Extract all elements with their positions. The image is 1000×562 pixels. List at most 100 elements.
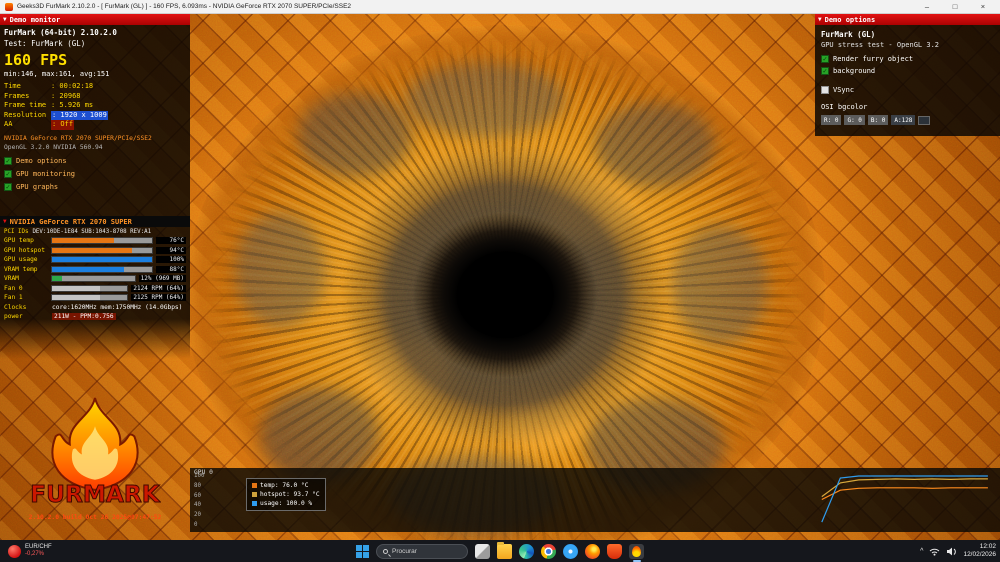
- fps-value: 160 FPS: [4, 51, 68, 69]
- meter-bar: [51, 275, 136, 283]
- app-version: FurMark (64-bit) 2.10.2.0: [4, 28, 117, 37]
- checkbox-checked-icon: ✓: [4, 182, 12, 191]
- brave-icon[interactable]: [607, 543, 622, 559]
- fps-stats: min:146, max:161, avg:151: [4, 70, 110, 78]
- furmark-logo: FURMARK 2.10.2.0 build Oct 26 2025@07:47…: [22, 396, 168, 521]
- pci-ids-row: PCI IDs DEV:10DE-1E84 SUB:1043-8708 REV:A…: [4, 229, 152, 235]
- task-view-icon[interactable]: [475, 543, 490, 559]
- bgcolor-g-field[interactable]: G: 0: [844, 115, 865, 125]
- stat-row-time: Time: 00:02:18: [4, 82, 94, 90]
- legend-swatch: [252, 501, 257, 506]
- collapse-icon: ▼: [818, 16, 822, 23]
- clock-time: 12:02: [979, 543, 996, 550]
- render-area: ▼ Demo monitor FurMark (64-bit) 2.10.2.0…: [0, 14, 1000, 540]
- file-explorer-icon[interactable]: [497, 541, 512, 559]
- maximize-button[interactable]: □: [943, 2, 967, 11]
- flame-icon: [632, 545, 641, 557]
- gpu-monitor-panel: ▼ NVIDIA GeForce RTX 2070 SUPER PCI IDs D…: [0, 216, 190, 321]
- demo-monitor-title: Demo monitor: [9, 15, 61, 24]
- safari-icon[interactable]: [563, 543, 578, 559]
- checkbox-checked-icon: ✓: [821, 67, 829, 75]
- eye-pupil: [412, 212, 598, 378]
- legend-hotspot: hotspot: 93.7 °C: [252, 491, 320, 498]
- taskbar-clock[interactable]: 12:02 12/02/2026: [963, 543, 996, 559]
- collapse-icon: ▼: [3, 16, 7, 23]
- meter-bar: [51, 256, 153, 264]
- legend-temp: temp: 76.0 °C: [252, 482, 320, 489]
- stat-row-aa: AA: Off: [4, 120, 75, 130]
- checkbox-render-furry-object[interactable]: ✓ Render furry object: [821, 55, 994, 63]
- gpu-section-header[interactable]: ▼ NVIDIA GeForce RTX 2070 SUPER: [0, 216, 190, 227]
- widget-pair: EUR/CHF: [25, 543, 52, 550]
- minimize-button[interactable]: –: [915, 2, 939, 11]
- osi-bgcolor-label: OSI bgcolor: [821, 103, 868, 111]
- search-placeholder: Procurar: [392, 547, 417, 555]
- meter-fan-0: Fan 0 2124 RPM (64%): [4, 284, 186, 292]
- chrome-icon[interactable]: [541, 543, 556, 559]
- taskbar-search[interactable]: Procurar: [376, 543, 468, 559]
- close-button[interactable]: ×: [971, 2, 995, 11]
- demo-options-title: Demo options: [824, 15, 876, 24]
- stocks-widget-icon: [8, 544, 21, 558]
- graph-legend: temp: 76.0 °C hotspot: 93.7 °C usage: 10…: [246, 478, 326, 511]
- legend-swatch: [252, 492, 257, 497]
- checkbox-gpu-graphs[interactable]: ✓ GPU graphs: [4, 182, 186, 191]
- window-title: Geeks3D FurMark 2.10.2.0 - [ FurMark (GL…: [17, 3, 352, 10]
- checkbox-gpu-monitoring[interactable]: ✓ GPU monitoring: [4, 169, 186, 178]
- power-row: power 211W - PPM:0.756: [4, 312, 116, 320]
- legend-swatch: [252, 483, 257, 488]
- demo-monitor-panel: ▼ Demo monitor FurMark (64-bit) 2.10.2.0…: [0, 14, 190, 193]
- volume-icon[interactable]: [946, 547, 957, 556]
- gpu-name: NVIDIA GeForce RTX 2070 SUPER/PCIe/SSE2: [4, 134, 152, 142]
- collapse-icon: ▼: [3, 218, 7, 225]
- opengl-version: OpenGL 3.2.0 NVIDIA 560.94: [4, 143, 103, 151]
- test-name: Test: FurMark (GL): [4, 39, 86, 48]
- checkbox-vsync[interactable]: VSync: [821, 86, 994, 94]
- demo-options-panel: ▼ Demo options FurMark (GL) GPU stress t…: [815, 14, 1000, 136]
- gpu-graph-panel: GPU 0 100 80 60 40 20 0 temp: 76.0 °C ho…: [190, 468, 1000, 532]
- bgcolor-b-field[interactable]: B: 0: [867, 115, 889, 125]
- stat-row-frames: Frames: 20968: [4, 91, 81, 100]
- meter-gpu-hotspot: GPU hotspot 94°C: [4, 246, 186, 254]
- checkbox-checked-icon: ✓: [821, 55, 829, 63]
- widget-change: -0,27%: [25, 551, 45, 557]
- flame-icon: FURMARK: [30, 397, 161, 508]
- meter-bar: [51, 246, 153, 254]
- meter-gpu-usage: GPU usage 100%: [4, 256, 186, 264]
- meter-bar: [51, 294, 129, 302]
- meter-vram: VRAM 12% (969 MB): [4, 275, 186, 283]
- options-test-title: FurMark (GL): [821, 30, 876, 39]
- active-app-indicator: [632, 559, 641, 562]
- taskbar: EUR/CHF -0,27% Procurar ^ 12:02 12/02/20…: [0, 540, 1000, 562]
- stat-row-resolution: Resolution: 1920 x 1009: [4, 110, 108, 120]
- start-button[interactable]: [356, 544, 369, 558]
- clocks-row: Clocks core:1620MHz mem:1750MHz (14.0Gbps…: [4, 303, 183, 311]
- checkbox-demo-options[interactable]: ✓ Demo options: [4, 156, 186, 165]
- meter-bar: [51, 284, 129, 292]
- demo-monitor-header[interactable]: ▼ Demo monitor: [0, 14, 190, 25]
- window-titlebar: Geeks3D FurMark 2.10.2.0 - [ FurMark (GL…: [0, 0, 1000, 14]
- bgcolor-r-field[interactable]: R: 0: [821, 115, 842, 125]
- options-subtitle: GPU stress test - OpenGL 3.2: [821, 41, 940, 49]
- checkbox-background[interactable]: ✓ background: [821, 67, 994, 75]
- app-icon: [5, 2, 13, 11]
- furmark-wordmark: FURMARK: [30, 481, 160, 508]
- edge-icon[interactable]: [519, 543, 534, 559]
- meter-bar: [51, 265, 153, 273]
- widgets-button[interactable]: EUR/CHF -0,27%: [2, 540, 58, 562]
- search-icon: [383, 548, 388, 554]
- furmark-taskbar-icon[interactable]: [629, 543, 644, 562]
- wifi-icon[interactable]: [929, 547, 940, 556]
- checkbox-checked-icon: ✓: [4, 169, 12, 178]
- checkbox-checked-icon: ✓: [4, 156, 12, 165]
- firefox-icon[interactable]: [585, 543, 600, 559]
- demo-options-header[interactable]: ▼ Demo options: [815, 14, 1000, 25]
- meter-fan-1: Fan 1 2125 RPM (64%): [4, 294, 186, 302]
- gpu-section-title: NVIDIA GeForce RTX 2070 SUPER: [9, 217, 132, 226]
- build-info: 2.10.2.0 build Oct 26 2025@07:47:52: [28, 514, 162, 521]
- bgcolor-a-field[interactable]: A:128: [891, 115, 916, 125]
- meter-vram-temp: VRAM temp 88°C: [4, 265, 186, 273]
- bgcolor-swatch[interactable]: [918, 115, 931, 125]
- hidden-icons-chevron[interactable]: ^: [920, 548, 923, 555]
- stat-row-frame-time: Frame time: 5.926 ms: [4, 101, 94, 109]
